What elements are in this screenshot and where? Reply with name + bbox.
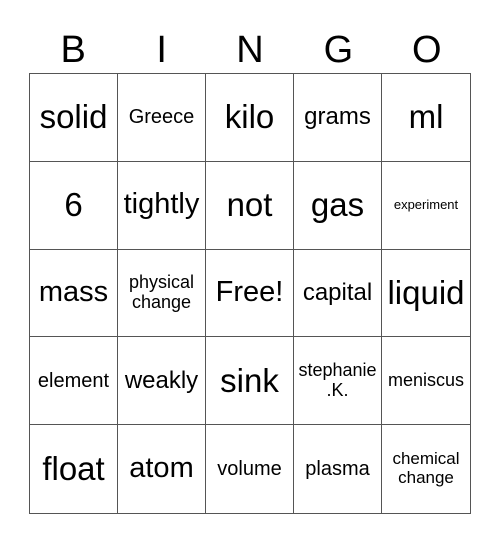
bingo-cell[interactable]: atom bbox=[118, 425, 206, 513]
bingo-cell[interactable]: mass bbox=[30, 249, 118, 338]
bingo-cell[interactable]: ml bbox=[382, 74, 470, 162]
bingo-cell[interactable]: Greece bbox=[118, 74, 206, 162]
bingo-cell[interactable]: liquid bbox=[382, 250, 470, 338]
bingo-cell[interactable]: experiment bbox=[382, 162, 470, 250]
header-letter-o: O bbox=[412, 29, 442, 71]
bingo-cell[interactable]: capital bbox=[294, 249, 382, 338]
free-space-cell[interactable]: Free! bbox=[206, 249, 294, 338]
header-letter-i: I bbox=[156, 29, 167, 71]
bingo-cell[interactable]: solid bbox=[30, 74, 118, 162]
bingo-cell[interactable]: grams bbox=[294, 74, 382, 162]
header-letter-n: N bbox=[236, 29, 264, 71]
bingo-board: solid Greece kilo grams ml 6 tightly not… bbox=[29, 73, 471, 514]
bingo-cell[interactable]: meniscus bbox=[382, 337, 470, 426]
bingo-cell[interactable]: not bbox=[206, 161, 294, 250]
bingo-cell[interactable]: stephanie .K. bbox=[294, 337, 382, 426]
bingo-cell[interactable]: element bbox=[30, 337, 118, 426]
bingo-cell[interactable]: volume bbox=[206, 425, 294, 513]
header-letter-b: B bbox=[60, 29, 86, 71]
bingo-cell[interactable]: plasma bbox=[294, 425, 382, 513]
bingo-header: B I N G O bbox=[29, 28, 471, 73]
bingo-cell[interactable]: physical change bbox=[118, 249, 206, 338]
bingo-cell[interactable]: gas bbox=[294, 161, 382, 250]
bingo-cell[interactable]: sink bbox=[206, 337, 294, 426]
bingo-cell[interactable]: float bbox=[30, 425, 118, 513]
header-letter-g: G bbox=[323, 29, 354, 71]
bingo-cell[interactable]: chemical change bbox=[382, 425, 470, 513]
bingo-cell[interactable]: kilo bbox=[206, 74, 294, 162]
bingo-cell[interactable]: weakly bbox=[118, 337, 206, 426]
bingo-cell[interactable]: tightly bbox=[118, 161, 206, 250]
bingo-cell[interactable]: 6 bbox=[30, 161, 118, 250]
